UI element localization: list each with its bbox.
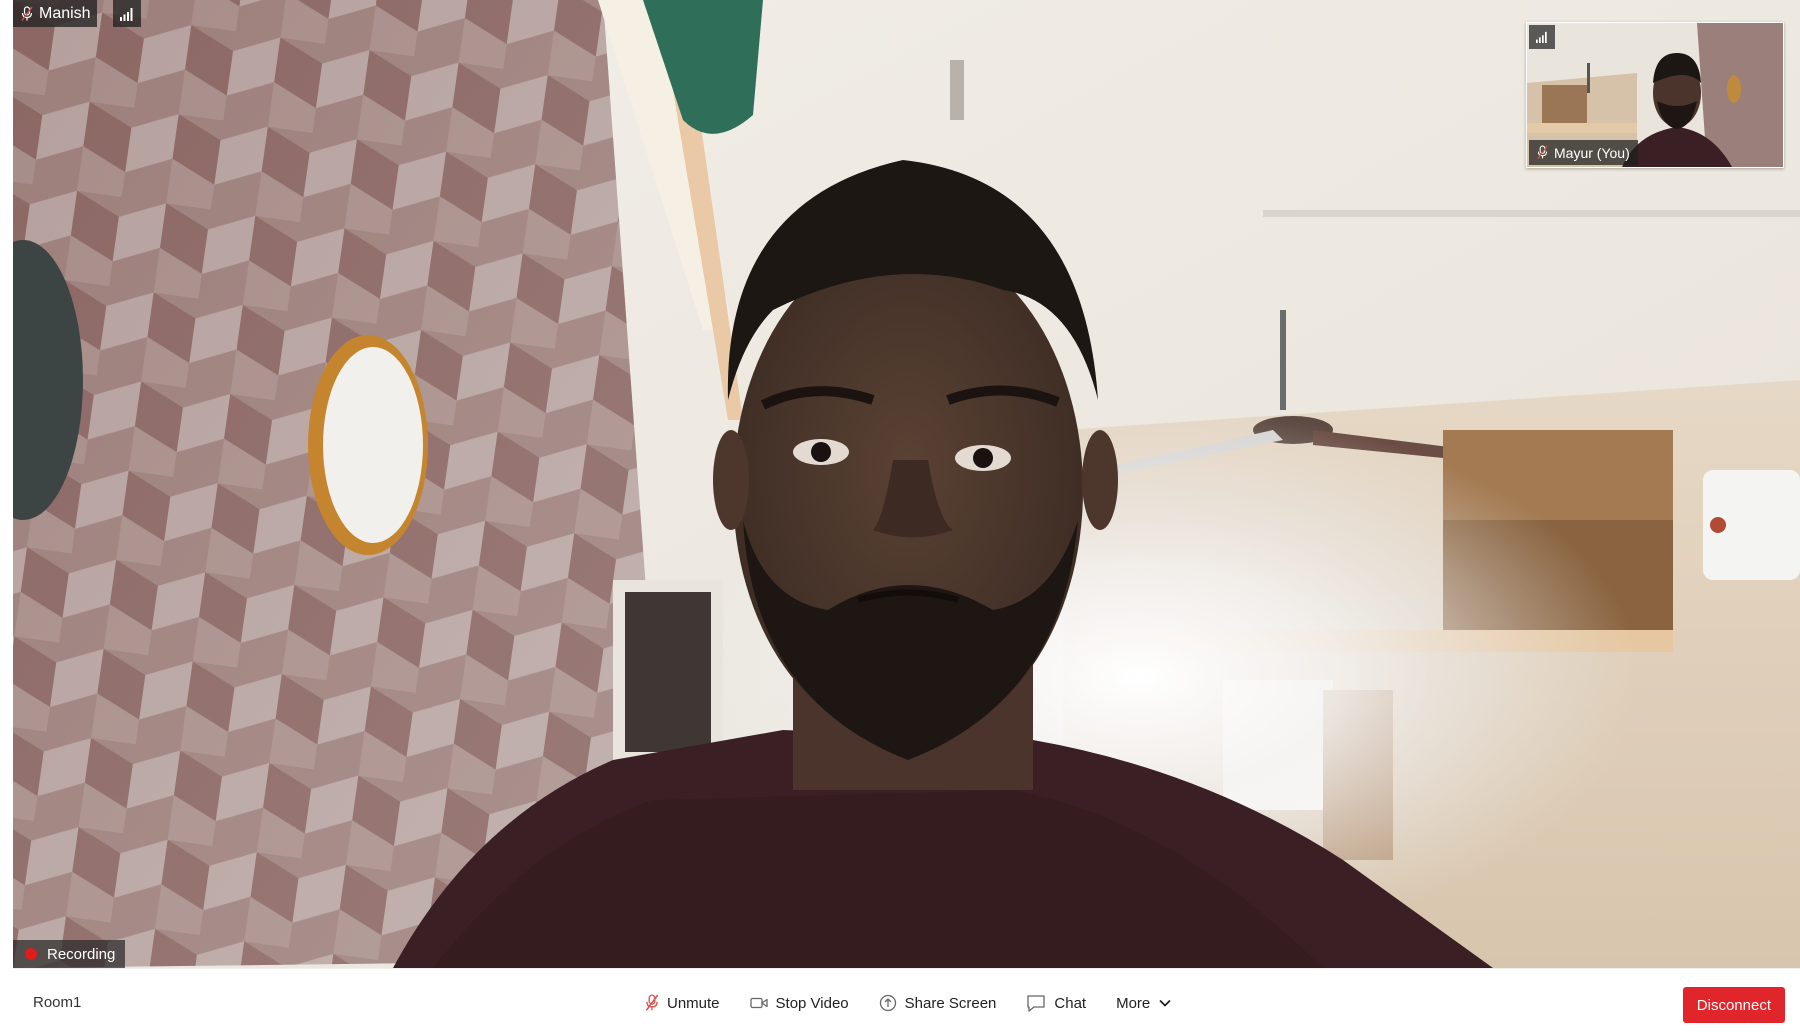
- self-participant-name: Mayur (You): [1554, 144, 1630, 161]
- chat-bubble-icon: [1027, 995, 1046, 1012]
- network-quality-indicator: [113, 0, 141, 27]
- self-network-quality-indicator: [1529, 25, 1555, 49]
- call-toolbar: Room1 Unmute Stop Video Share Screen Cha…: [13, 968, 1800, 1036]
- chat-label: Chat: [1054, 994, 1087, 1012]
- self-view-video[interactable]: Mayur (You): [1526, 22, 1784, 168]
- unmute-label: Unmute: [667, 994, 720, 1012]
- recording-dot-icon: [25, 948, 37, 960]
- call-controls: Unmute Stop Video Share Screen Chat More: [643, 969, 1174, 1036]
- share-screen-icon: [879, 994, 896, 1012]
- stop-video-button[interactable]: Stop Video: [748, 991, 851, 1016]
- camera-icon: [749, 997, 768, 1009]
- signal-bars-icon: [120, 7, 133, 21]
- share-screen-label: Share Screen: [904, 994, 997, 1012]
- stop-video-label: Stop Video: [775, 994, 849, 1012]
- mic-muted-icon: [645, 994, 659, 1011]
- mic-muted-icon: [1537, 145, 1548, 159]
- disconnect-button[interactable]: Disconnect: [1682, 987, 1785, 1023]
- chat-button[interactable]: Chat: [1024, 990, 1088, 1016]
- recording-indicator: Recording: [13, 940, 126, 968]
- unmute-button[interactable]: Unmute: [643, 990, 722, 1016]
- video-call-app: Manish Recording Mayur (You) Room1 Unmut…: [0, 0, 1800, 1036]
- share-screen-button[interactable]: Share Screen: [877, 990, 999, 1016]
- self-name-tag: Mayur (You): [1529, 140, 1638, 165]
- chevron-down-icon: [1159, 999, 1171, 1007]
- recording-label: Recording: [47, 945, 116, 963]
- more-menu-button[interactable]: More: [1114, 991, 1174, 1016]
- room-name: Room1: [33, 994, 82, 1011]
- signal-bars-icon: [1536, 31, 1547, 43]
- more-label: More: [1116, 994, 1151, 1012]
- mic-muted-icon: [21, 5, 33, 21]
- participant-name-tag: Manish: [13, 0, 97, 27]
- participant-name: Manish: [39, 4, 91, 22]
